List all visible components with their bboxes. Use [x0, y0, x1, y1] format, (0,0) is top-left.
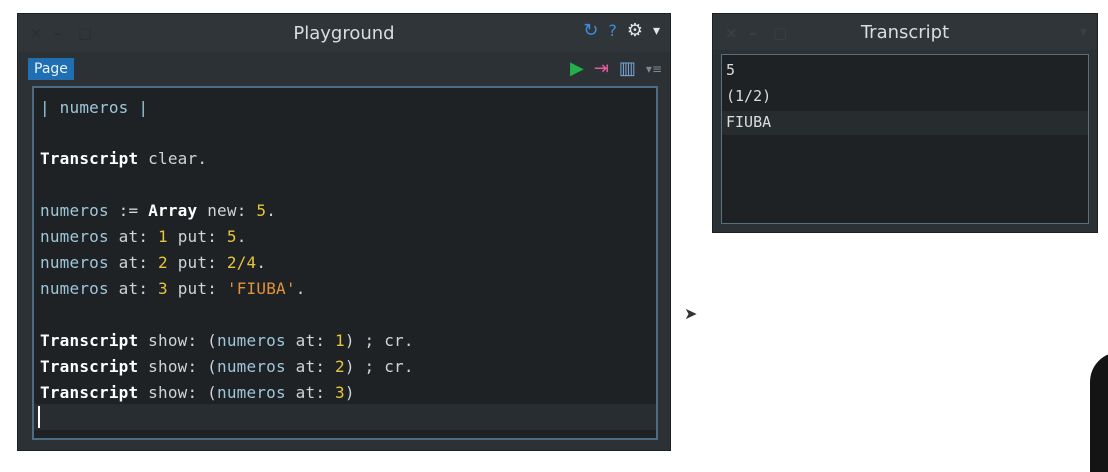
chevron-down-icon[interactable]: ▾ — [1080, 22, 1087, 42]
code-line: Transcript show: (numeros at: 1) ; cr. — [40, 331, 414, 350]
tab-page[interactable]: Page — [28, 58, 74, 80]
code-line: | numeros | — [40, 98, 149, 117]
playground-window: × – □ Playground ↻ ? ⚙ ▾ Page ▶ ⇥ ▥ ▾≡ |… — [18, 14, 670, 450]
code-line: Transcript clear. — [40, 149, 208, 168]
transcript-output[interactable]: 5 (1/2) FIUBA — [721, 54, 1089, 224]
transcript-line: FIUBA — [726, 113, 772, 131]
playground-titlebar: × – □ Playground ↻ ? ⚙ ▾ — [18, 14, 670, 52]
code-editor[interactable]: | numeros | Transcript clear. numeros :=… — [32, 86, 658, 440]
code-line: numeros at: 2 put: 2/4. — [40, 253, 267, 272]
layout-icon[interactable]: ▥ — [619, 59, 636, 79]
presenter-silhouette — [1090, 352, 1108, 472]
current-line-highlight — [34, 404, 656, 430]
text-caret — [38, 406, 40, 428]
code-line: Transcript show: (numeros at: 2) ; cr. — [40, 357, 414, 376]
chevron-down-icon[interactable]: ▾ — [653, 21, 660, 41]
play-icon[interactable]: ▶ — [570, 59, 584, 79]
code-line: numeros at: 1 put: 5. — [40, 227, 247, 246]
code-line: numeros at: 3 put: 'FIUBA'. — [40, 279, 306, 298]
inspect-icon[interactable]: ⇥ — [594, 59, 609, 79]
playground-title: Playground — [293, 23, 395, 44]
code-line: Transcript show: (numeros at: 3) — [40, 383, 355, 402]
transcript-window: × – □ Transcript ▾ 5 (1/2) FIUBA — [713, 14, 1097, 232]
tab-bar: Page ▶ ⇥ ▥ ▾≡ — [18, 58, 670, 82]
transcript-line: 5 — [726, 61, 736, 79]
mouse-pointer-icon: ➤ — [684, 304, 698, 323]
current-line-highlight — [722, 111, 1088, 135]
help-icon[interactable]: ? — [608, 21, 617, 41]
transcript-line: (1/2) — [726, 87, 772, 105]
transcript-title: Transcript — [860, 22, 950, 43]
more-options-icon[interactable]: ▾≡ — [646, 59, 662, 79]
code-line: numeros := Array new: 5. — [40, 201, 277, 220]
gear-icon[interactable]: ⚙ — [627, 21, 643, 41]
transcript-titlebar: × – □ Transcript ▾ — [713, 14, 1097, 50]
refresh-icon[interactable]: ↻ — [583, 21, 598, 41]
